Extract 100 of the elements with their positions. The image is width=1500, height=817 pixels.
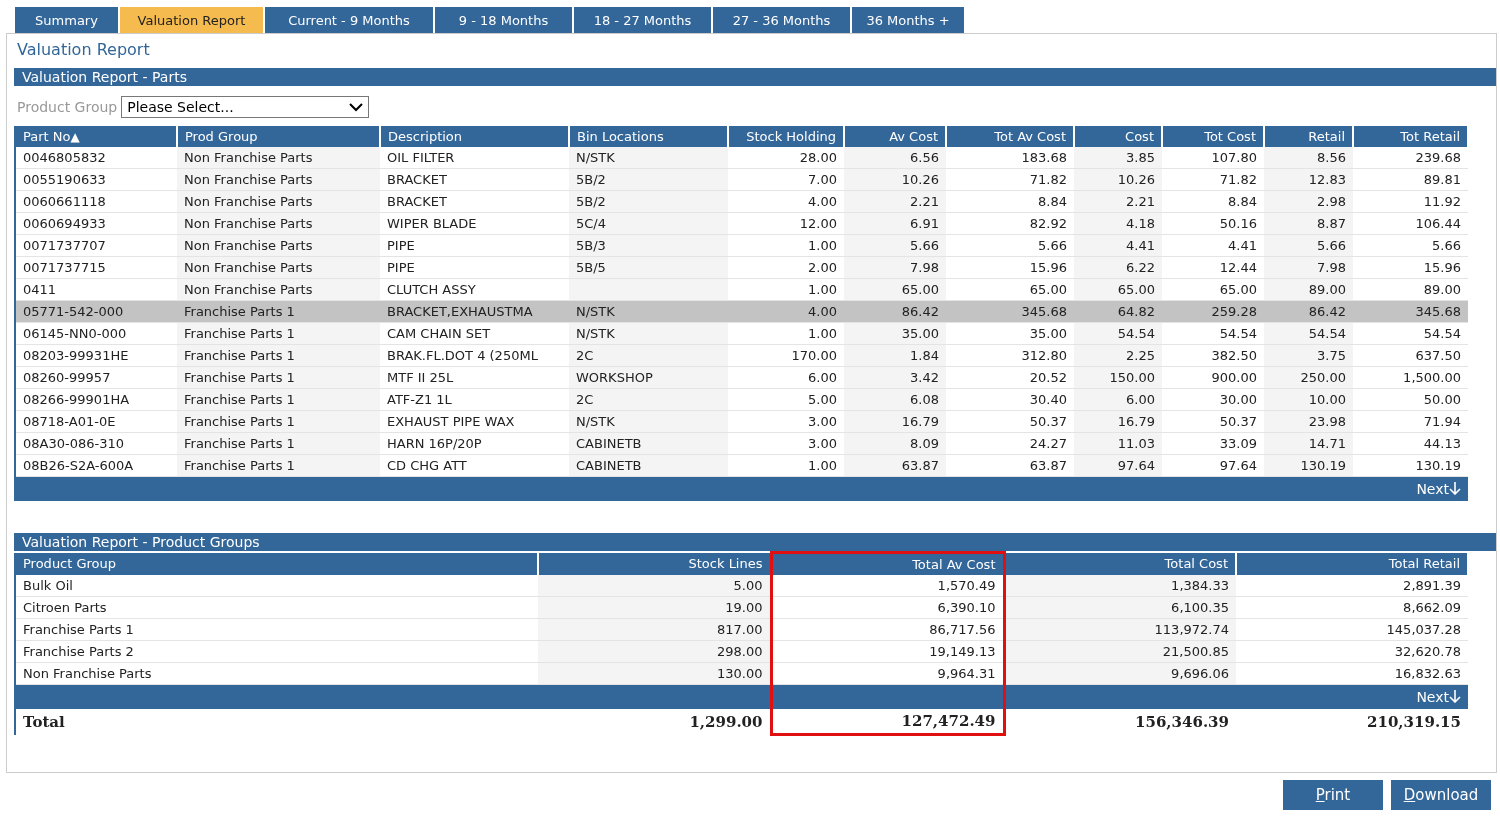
table-cell: 21,500.85 (1004, 640, 1236, 663)
table-cell: Bulk Oil (15, 575, 538, 597)
product-group-select[interactable]: Please Select... (121, 96, 370, 118)
table-cell: 130.19 (1353, 454, 1468, 477)
table-cell: 89.81 (1353, 168, 1468, 191)
table-cell: Franchise Parts 1 (177, 366, 380, 389)
table-cell: 817.00 (538, 618, 771, 641)
table-cell: 16,832.63 (1236, 662, 1468, 685)
column-header[interactable]: Total Cost (1004, 552, 1236, 575)
table-cell: 145,037.28 (1236, 618, 1468, 641)
arrow-down-icon (1449, 690, 1461, 703)
table-cell: 5B/3 (569, 234, 728, 257)
column-header[interactable]: Av Cost (844, 126, 946, 147)
table-cell: 6,390.10 (771, 596, 1004, 619)
table-cell: 239.68 (1353, 147, 1468, 169)
table-cell: MTF II 25L (380, 366, 569, 389)
table-cell: Franchise Parts 1 (177, 300, 380, 323)
table-cell: 7.98 (844, 256, 946, 279)
table-cell: Citroen Parts (15, 596, 538, 619)
table-cell: Franchise Parts 1 (15, 618, 538, 641)
table-cell: 2,891.39 (1236, 575, 1468, 597)
table-cell: 65.00 (844, 278, 946, 301)
table-cell: PIPE (380, 234, 569, 257)
table-cell: 86.42 (844, 300, 946, 323)
column-header[interactable]: Total Retail (1236, 552, 1468, 575)
table-cell: 11.92 (1353, 190, 1468, 213)
table-cell: 5B/5 (569, 256, 728, 279)
table-cell: N/STK (569, 300, 728, 323)
table-cell: 86,717.56 (771, 618, 1004, 641)
table-cell: 11.03 (1074, 432, 1162, 455)
column-header[interactable]: Prod Group (177, 126, 380, 147)
table-cell: Franchise Parts 1 (177, 388, 380, 411)
tab[interactable]: 18 - 27 Months (574, 7, 711, 33)
table-cell: 2.21 (1074, 190, 1162, 213)
column-header[interactable]: Stock Lines (538, 552, 771, 575)
column-header[interactable]: Bin Locations (569, 126, 728, 147)
table-cell: 16.79 (844, 410, 946, 433)
tab[interactable]: 9 - 18 Months (435, 7, 572, 33)
tab[interactable]: Summary (15, 7, 118, 33)
column-header[interactable]: Total Av Cost (771, 552, 1004, 575)
table-cell: Non Franchise Parts (177, 256, 380, 279)
section-header: Valuation Report - Product Groups (14, 533, 1496, 551)
column-header[interactable]: Cost (1074, 126, 1162, 147)
column-header[interactable]: Description (380, 126, 569, 147)
tab[interactable]: 36 Months + (852, 7, 964, 33)
table-cell: 5.66 (1264, 234, 1353, 257)
table-cell: Franchise Parts 1 (177, 344, 380, 367)
table-cell: 89.00 (1353, 278, 1468, 301)
table-cell: CD CHG ATT (380, 454, 569, 477)
table-cell: 637.50 (1353, 344, 1468, 367)
table-cell: 65.00 (1074, 278, 1162, 301)
column-header[interactable]: Part No▲ (15, 126, 177, 147)
table-cell: 63.87 (844, 454, 946, 477)
table-cell: Franchise Parts 2 (15, 640, 538, 663)
column-header[interactable]: Tot Cost (1162, 126, 1264, 147)
table-cell: 10.26 (844, 168, 946, 191)
table-cell: CLUTCH ASSY (380, 278, 569, 301)
column-header[interactable]: Stock Holding (728, 126, 844, 147)
column-header[interactable]: Tot Av Cost (946, 126, 1074, 147)
column-header[interactable]: Tot Retail (1353, 126, 1468, 147)
table-cell: 19.00 (538, 596, 771, 619)
tab[interactable]: Current - 9 Months (265, 7, 433, 33)
download-button[interactable]: Download (1391, 780, 1491, 810)
column-header[interactable]: Product Group (15, 552, 538, 575)
print-button[interactable]: Print (1283, 780, 1383, 810)
table-cell: 64.82 (1074, 300, 1162, 323)
table-cell: 97.64 (1074, 454, 1162, 477)
table-cell: 130.19 (1264, 454, 1353, 477)
table-cell: Franchise Parts 1 (177, 410, 380, 433)
table-cell: 32,620.78 (1236, 640, 1468, 663)
table-cell: N/STK (569, 147, 728, 169)
table-cell: 71.94 (1353, 410, 1468, 433)
table-cell: 113,972.74 (1004, 618, 1236, 641)
table-cell: 3.42 (844, 366, 946, 389)
table-cell: 4.00 (728, 300, 844, 323)
table-cell: Non Franchise Parts (177, 168, 380, 191)
table-cell: 6.00 (1074, 388, 1162, 411)
table-cell: 54.54 (1264, 322, 1353, 345)
tab[interactable]: Valuation Report (120, 7, 263, 33)
next-link[interactable]: Next (1416, 688, 1461, 705)
table-cell: 250.00 (1264, 366, 1353, 389)
column-header[interactable]: Retail (1264, 126, 1353, 147)
table-cell: 54.54 (1353, 322, 1468, 345)
table-cell: BRAK.FL.DOT 4 (250ML (380, 344, 569, 367)
arrow-down-icon (1449, 482, 1461, 495)
table-cell: Franchise Parts 1 (177, 454, 380, 477)
table-cell: WIPER BLADE (380, 212, 569, 235)
table-cell: 2C (569, 388, 728, 411)
table-cell: 1,500.00 (1353, 366, 1468, 389)
table-cell: Non Franchise Parts (177, 147, 380, 169)
table-cell: Franchise Parts 1 (177, 432, 380, 455)
table-cell: 8.87 (1264, 212, 1353, 235)
table-cell: 19,149.13 (771, 640, 1004, 663)
table-cell: 6.56 (844, 147, 946, 169)
table-cell: CABINETB (569, 454, 728, 477)
table-cell: 9,696.06 (1004, 662, 1236, 685)
table-cell: 7.98 (1264, 256, 1353, 279)
tab[interactable]: 27 - 36 Months (713, 7, 850, 33)
table-cell: EXHAUST PIPE WAX (380, 410, 569, 433)
next-link[interactable]: Next (1416, 480, 1461, 497)
